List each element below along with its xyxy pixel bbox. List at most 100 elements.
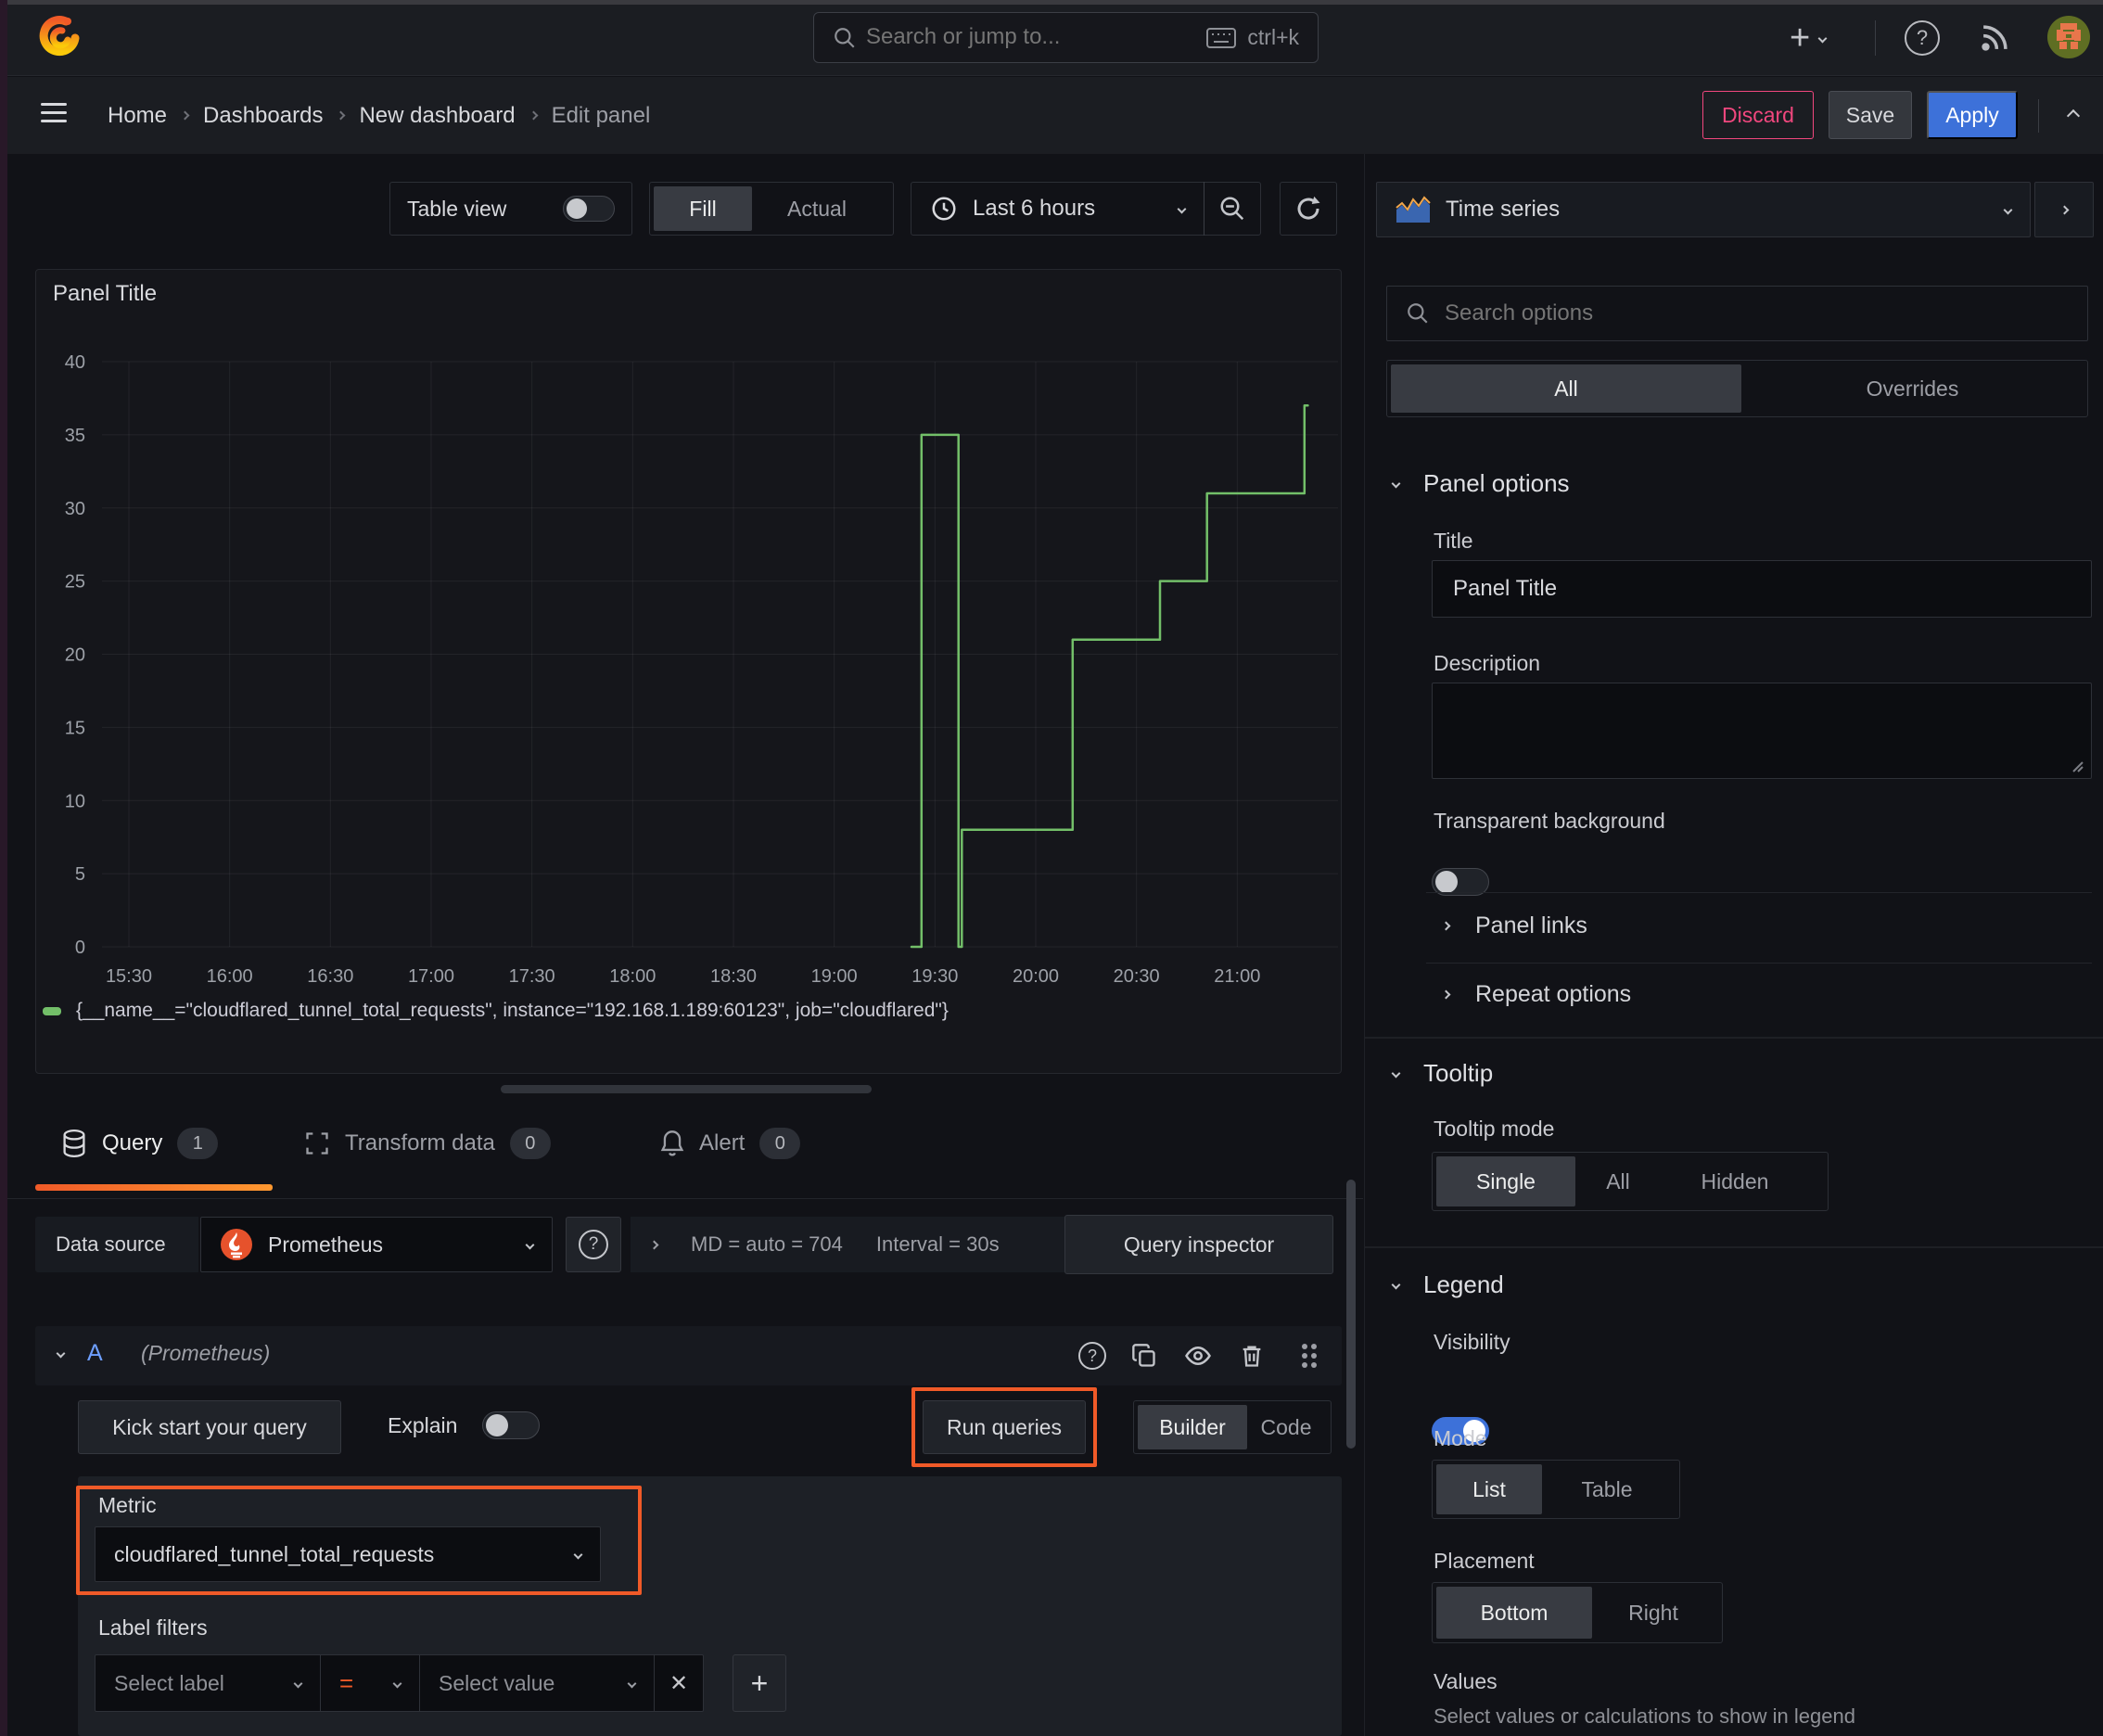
time-series-chart: 0 5 10 15 20 25 30 35 40 15:30 16:00 16:30 17:00 17:3… — [65, 352, 1338, 987]
chevron-right-icon — [2059, 205, 2069, 214]
tab-query[interactable]: Query 1 — [61, 1128, 219, 1159]
discard-button[interactable]: Discard — [1702, 91, 1814, 139]
top-nav: ctrl+k + ? — [0, 0, 2103, 76]
metric-label: Metric — [98, 1493, 157, 1517]
keyboard-icon — [1206, 27, 1237, 48]
fill-option[interactable]: Fill — [654, 186, 752, 231]
legend-mode-table[interactable]: Table — [1542, 1464, 1672, 1514]
query-inspector-button[interactable]: Query inspector — [1064, 1215, 1333, 1274]
remove-filter-button[interactable]: ✕ — [654, 1654, 704, 1712]
chevron-down-icon — [1391, 1280, 1401, 1290]
main-scrollbar[interactable] — [1346, 1180, 1356, 1449]
breadcrumb: Home Dashboards New dashboard Edit panel — [108, 77, 650, 154]
legend-title: Legend — [1423, 1270, 1504, 1298]
panel-title[interactable]: Panel Title — [53, 281, 157, 307]
search-input[interactable] — [866, 19, 1144, 56]
search-options-box[interactable] — [1386, 286, 2088, 341]
tooltip-header[interactable]: Tooltip — [1391, 1059, 1493, 1088]
grafana-logo-icon[interactable] — [37, 15, 82, 59]
collapse-query-icon[interactable] — [56, 1348, 66, 1359]
legend-mode-list[interactable]: List — [1436, 1464, 1542, 1514]
search-options-input[interactable] — [1445, 300, 2001, 326]
svg-text:20:00: 20:00 — [1013, 966, 1059, 987]
expand-options-icon[interactable] — [649, 1240, 659, 1249]
svg-text:35: 35 — [65, 426, 85, 446]
select-label-dropdown[interactable]: Select label — [95, 1654, 321, 1712]
global-search[interactable]: ctrl+k — [813, 12, 1319, 63]
refresh-button[interactable] — [1280, 182, 1337, 236]
visualization-picker[interactable]: Time series — [1376, 182, 2031, 237]
data-source-picker[interactable]: Prometheus — [200, 1217, 553, 1272]
svg-text:30: 30 — [65, 499, 85, 519]
svg-text:19:00: 19:00 — [811, 966, 858, 987]
tooltip-mode-single[interactable]: Single — [1436, 1156, 1575, 1206]
title-label: Title — [1434, 529, 1473, 553]
code-option[interactable]: Code — [1247, 1405, 1325, 1449]
tooltip-mode-all[interactable]: All — [1575, 1156, 1661, 1206]
tab-query-label: Query — [102, 1130, 163, 1155]
panel-options-header[interactable]: Panel options — [1391, 469, 1570, 498]
select-value-dropdown[interactable]: Select value — [419, 1654, 655, 1712]
help-button[interactable]: ? — [1901, 17, 1944, 59]
tooltip-mode-hidden[interactable]: Hidden — [1661, 1156, 1809, 1206]
metric-select[interactable]: cloudflared_tunnel_total_requests — [95, 1526, 601, 1582]
breadcrumb-separator-icon — [529, 110, 539, 121]
chevron-down-icon — [627, 1679, 637, 1688]
svg-text:17:30: 17:30 — [509, 966, 555, 987]
datasource-help-button[interactable]: ? — [566, 1217, 621, 1272]
zoom-out-button[interactable] — [1204, 183, 1260, 235]
user-avatar[interactable] — [2047, 16, 2090, 58]
breadcrumb-dashboards[interactable]: Dashboards — [203, 103, 323, 129]
legend-item[interactable]: {__name__="cloudflared_tunnel_total_requ… — [43, 1000, 949, 1022]
builder-option[interactable]: Builder — [1138, 1405, 1247, 1449]
query-row-header[interactable]: A (Prometheus) ? — [35, 1326, 1342, 1385]
query-ref-id[interactable]: A — [87, 1340, 103, 1367]
repeat-options-header[interactable]: Repeat options — [1441, 981, 1631, 1008]
news-button[interactable] — [1973, 17, 2016, 59]
panel-links-header[interactable]: Panel links — [1441, 913, 1587, 939]
panel-options-title: Panel options — [1423, 469, 1570, 497]
drag-query-handle[interactable] — [1293, 1339, 1326, 1372]
tab-overrides[interactable]: Overrides — [1741, 364, 2084, 413]
legend-placement-bottom[interactable]: Bottom — [1436, 1587, 1592, 1639]
help-icon: ? — [579, 1230, 608, 1259]
prometheus-icon — [221, 1229, 252, 1260]
delete-query-button[interactable] — [1235, 1339, 1268, 1372]
menu-toggle-icon[interactable] — [41, 97, 67, 128]
tab-transform-data[interactable]: Transform data 0 — [304, 1128, 551, 1159]
panel-title-input[interactable] — [1432, 560, 2092, 618]
resize-drag-handle[interactable] — [501, 1085, 872, 1093]
zoom-out-icon — [1220, 197, 1244, 221]
duplicate-query-button[interactable] — [1128, 1339, 1161, 1372]
create-menu[interactable]: + — [1790, 13, 1828, 63]
collapse-options-button[interactable] — [2055, 99, 2092, 133]
toggle-query-visibility-button[interactable] — [1181, 1339, 1215, 1372]
apply-button[interactable]: Apply — [1927, 91, 2018, 139]
toggle-viz-suggestions-button[interactable] — [2034, 182, 2094, 237]
actual-option[interactable]: Actual — [752, 186, 882, 231]
tab-alert[interactable]: Alert 0 — [660, 1128, 801, 1159]
legend-values-hint: Select values or calculations to show in… — [1434, 1704, 1855, 1728]
breadcrumb-home[interactable]: Home — [108, 103, 167, 129]
operator-dropdown[interactable]: = — [320, 1654, 420, 1712]
save-button[interactable]: Save — [1829, 91, 1912, 139]
run-queries-button[interactable]: Run queries — [923, 1400, 1086, 1454]
close-icon: ✕ — [669, 1670, 689, 1696]
table-view-toggle[interactable] — [563, 196, 615, 222]
kick-start-query-button[interactable]: Kick start your query — [78, 1400, 341, 1454]
window-edge-strip — [0, 0, 7, 1736]
topnav-divider — [1875, 20, 1876, 56]
breadcrumb-new-dashboard[interactable]: New dashboard — [359, 103, 515, 129]
resize-handle-icon[interactable] — [2070, 759, 2084, 773]
description-textarea[interactable] — [1432, 683, 2092, 779]
query-help-button[interactable]: ? — [1076, 1339, 1109, 1372]
explain-toggle[interactable] — [482, 1411, 540, 1439]
tab-all[interactable]: All — [1391, 364, 1741, 413]
legend-header[interactable]: Legend — [1391, 1270, 1504, 1299]
add-filter-button[interactable]: + — [733, 1654, 786, 1712]
time-range-button[interactable]: Last 6 hours — [911, 183, 1204, 235]
legend-placement-right[interactable]: Right — [1592, 1587, 1714, 1639]
explain-label: Explain — [388, 1413, 458, 1437]
svg-text:15:30: 15:30 — [106, 966, 152, 987]
chevron-down-icon — [1817, 33, 1828, 43]
